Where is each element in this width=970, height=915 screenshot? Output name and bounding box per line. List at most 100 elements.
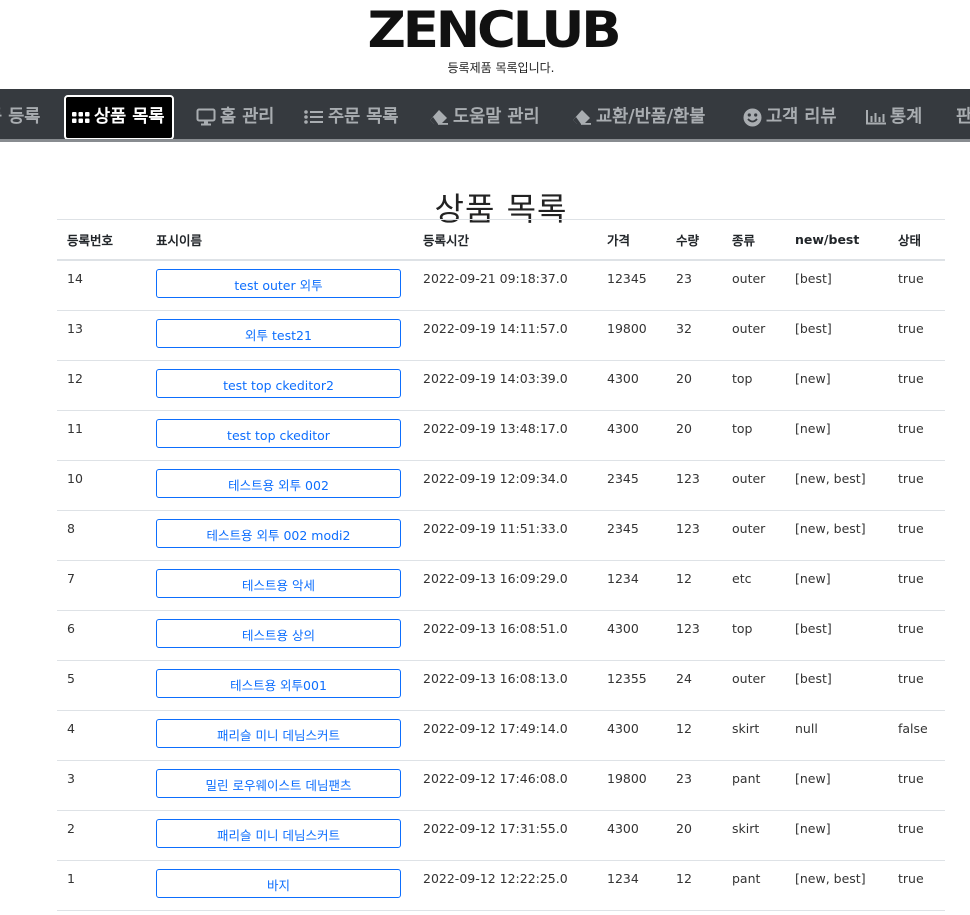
product-name-button[interactable]: test outer 외투 <box>156 269 401 298</box>
cell-price: 1234 <box>597 860 666 911</box>
table-row: 2 패리슬 미니 데님스커트 2022-09-12 17:31:55.0 4300 20… <box>57 810 945 861</box>
cell-qty: 123 <box>666 610 722 661</box>
cell-id: 2 <box>57 810 146 861</box>
cell-status: true <box>888 510 945 561</box>
nav-item-help[interactable]: 도움말 관리 <box>429 97 540 137</box>
cell-name: 테스트용 외투 002 <box>146 460 413 511</box>
cell-id: 3 <box>57 760 146 811</box>
cell-qty: 23 <box>666 760 722 811</box>
cell-price: 4300 <box>597 710 666 761</box>
product-name-button[interactable]: 테스트용 상의 <box>156 618 401 648</box>
cell-name: test outer 외투 <box>146 260 413 311</box>
product-name-button[interactable]: 외투 test21 <box>156 318 401 348</box>
nav-item-product-list[interactable]: 상품 목록 <box>64 95 174 139</box>
cell-price: 19800 <box>597 310 666 361</box>
cell-type: outer <box>722 310 785 361</box>
product-name-button[interactable]: 테스트용 외투001 <box>156 668 401 698</box>
product-name-button[interactable]: 테스트용 외투 002 <box>156 468 401 498</box>
product-name-button[interactable]: test top ckeditor <box>156 418 401 448</box>
cell-price: 19800 <box>597 760 666 811</box>
eraser-icon <box>572 109 592 125</box>
cell-qty: 12 <box>666 710 722 761</box>
cell-id: 10 <box>57 460 146 511</box>
cell-qty: 20 <box>666 810 722 861</box>
table-row: 14 test outer 외투 2022-09-21 09:18:37.0 1234… <box>57 260 945 311</box>
cell-price: 12355 <box>597 660 666 711</box>
eraser-icon <box>429 109 449 125</box>
nav-item-register[interactable]: 품 등록 <box>0 97 40 137</box>
cell-qty: 123 <box>666 510 722 561</box>
nav-item-returns[interactable]: 교환/반품/환불 <box>572 97 705 137</box>
cell-type: outer <box>722 460 785 511</box>
product-name-button[interactable]: 밀린 로우웨이스트 데님팬츠 <box>156 768 401 798</box>
cell-status: false <box>888 710 945 761</box>
cell-name: test top ckeditor <box>146 410 413 461</box>
cell-name: 패리슬 미니 데님스커트 <box>146 810 413 861</box>
cell-time: 2022-09-21 09:18:37.0 <box>413 260 597 311</box>
cell-new-best: [best] <box>785 660 888 711</box>
cell-type: etc <box>722 560 785 611</box>
cell-price: 2345 <box>597 510 666 561</box>
header-type: 종류 <box>722 219 785 261</box>
cell-status: true <box>888 460 945 511</box>
cell-qty: 12 <box>666 860 722 911</box>
cell-name: 바지 <box>146 860 413 911</box>
cell-status: true <box>888 560 945 611</box>
cell-qty: 24 <box>666 660 722 711</box>
cell-time: 2022-09-19 12:09:34.0 <box>413 460 597 511</box>
cell-time: 2022-09-19 11:51:33.0 <box>413 510 597 561</box>
cell-qty: 123 <box>666 460 722 511</box>
cell-status: true <box>888 310 945 361</box>
cell-qty: 20 <box>666 410 722 461</box>
smile-icon <box>743 108 762 127</box>
cell-time: 2022-09-12 17:31:55.0 <box>413 810 597 861</box>
cell-type: outer <box>722 510 785 561</box>
cell-status: true <box>888 760 945 811</box>
header-name: 표시이름 <box>146 219 413 261</box>
nav-item-label: 판 <box>956 97 970 137</box>
cell-new-best: [new] <box>785 560 888 611</box>
cell-id: 4 <box>57 710 146 761</box>
product-name-button[interactable]: 바지 <box>156 868 401 898</box>
cell-time: 2022-09-12 17:46:08.0 <box>413 760 597 811</box>
cell-new-best: [new, best] <box>785 510 888 561</box>
nav-item-stats[interactable]: 통계 <box>866 97 922 137</box>
cell-price: 4300 <box>597 410 666 461</box>
cell-time: 2022-09-19 14:03:39.0 <box>413 360 597 411</box>
cell-type: outer <box>722 660 785 711</box>
product-name-button[interactable]: test top ckeditor2 <box>156 368 401 398</box>
table-row: 3 밀린 로우웨이스트 데님팬츠 2022-09-12 17:46:08.0 1980… <box>57 760 945 811</box>
cell-status: true <box>888 360 945 411</box>
header-status: 상태 <box>888 219 945 261</box>
cell-new-best: [new] <box>785 810 888 861</box>
nav-item-home-manage[interactable]: 홈 관리 <box>196 97 274 137</box>
grid-icon <box>72 111 90 125</box>
nav-item-label: 고객 리뷰 <box>766 107 837 127</box>
cell-name: 밀린 로우웨이스트 데님팬츠 <box>146 760 413 811</box>
cell-time: 2022-09-19 14:11:57.0 <box>413 310 597 361</box>
nav-item-more[interactable]: 판 <box>956 97 970 137</box>
product-name-button[interactable]: 테스트용 악세 <box>156 568 401 598</box>
cell-new-best: [best] <box>785 260 888 311</box>
header-time: 등록시간 <box>413 219 597 261</box>
cell-name: 테스트용 상의 <box>146 610 413 661</box>
nav-item-label: 주문 목록 <box>328 107 399 127</box>
cell-type: top <box>722 410 785 461</box>
nav-item-label: 통계 <box>890 107 923 127</box>
list-icon <box>304 109 324 125</box>
tagline: 등록제품 목록입니다. <box>447 61 555 75</box>
product-table: 등록번호 표시이름 등록시간 가격 수량 종류 new/best 상태 14 te… <box>57 219 945 911</box>
product-name-button[interactable]: 테스트용 외투 002 modi2 <box>156 518 401 548</box>
cell-time: 2022-09-19 13:48:17.0 <box>413 410 597 461</box>
product-name-button[interactable]: 패리슬 미니 데님스커트 <box>156 818 401 848</box>
brand-logo[interactable]: ZENCLUB <box>0 4 970 56</box>
nav-item-orders[interactable]: 주문 목록 <box>304 97 399 137</box>
cell-id: 6 <box>57 610 146 661</box>
table-row: 4 패리슬 미니 데님스커트 2022-09-12 17:49:14.0 4300 12… <box>57 710 945 761</box>
table-row: 12 test top ckeditor2 2022-09-19 14:03:39.… <box>57 360 945 411</box>
cell-type: skirt <box>722 710 785 761</box>
cell-type: skirt <box>722 810 785 861</box>
nav-item-label: 교환/반품/환불 <box>596 107 706 127</box>
nav-item-reviews[interactable]: 고객 리뷰 <box>743 97 837 137</box>
product-name-button[interactable]: 패리슬 미니 데님스커트 <box>156 718 401 748</box>
